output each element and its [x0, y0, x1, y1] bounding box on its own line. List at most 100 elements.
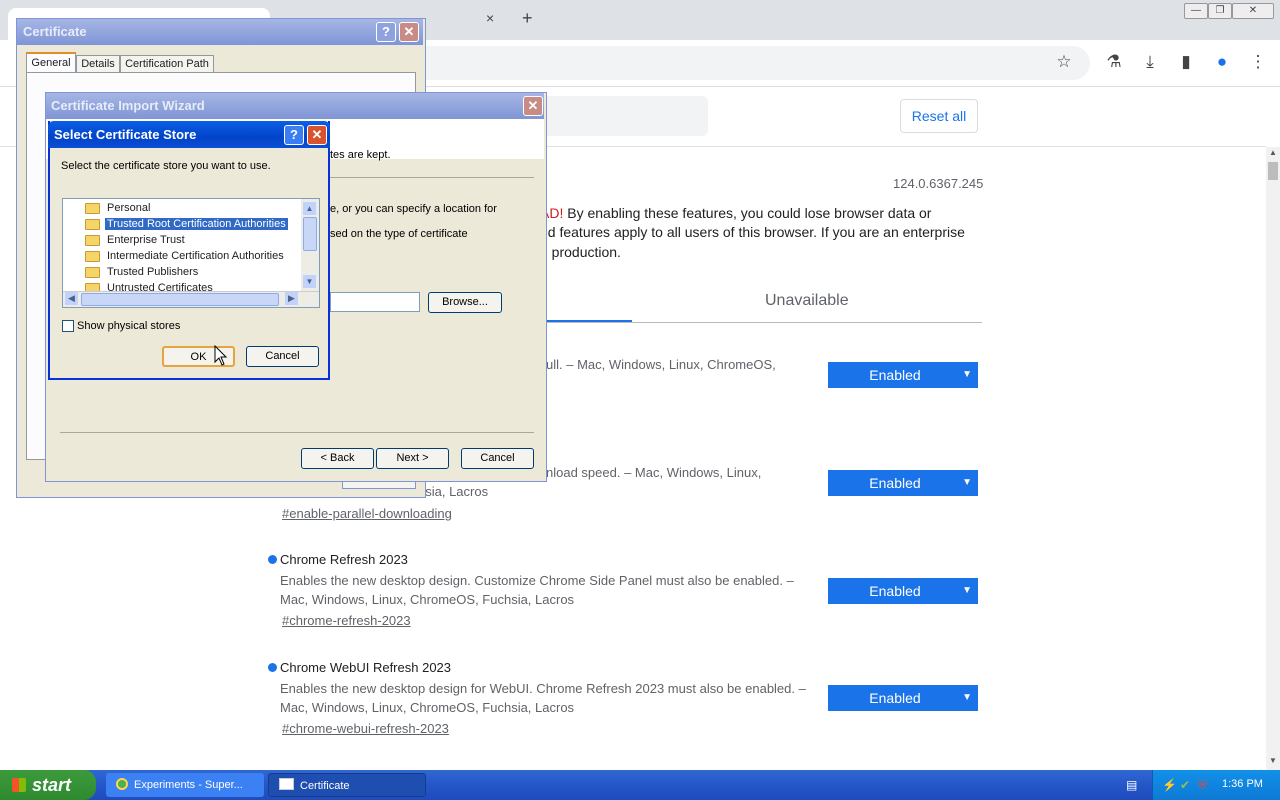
flag-modified-dot	[268, 663, 277, 672]
clock[interactable]: 1:36 PM	[1222, 778, 1263, 790]
window-close-button[interactable]: ✕	[1232, 3, 1274, 19]
start-button[interactable]: start	[0, 770, 96, 800]
store-tree[interactable]: Personal Trusted Root Certification Auth…	[62, 198, 320, 308]
tree-item-personal[interactable]: Personal	[85, 200, 152, 216]
start-label: start	[32, 775, 72, 795]
chrome-icon	[116, 778, 128, 790]
tree-item-label: Trusted Root Certification Authorities	[104, 217, 289, 231]
page-scrollbar[interactable]	[1266, 147, 1280, 770]
scroll-down-icon[interactable]: ▼	[1266, 756, 1280, 768]
close-icon[interactable]: ✕	[399, 22, 419, 42]
browse-button[interactable]: Browse...	[428, 292, 502, 313]
tab-close-icon[interactable]: ×	[486, 10, 502, 30]
tab-unavailable[interactable]: Unavailable	[765, 292, 849, 310]
security-icon[interactable]: ✔	[1180, 778, 1194, 792]
select-store-prompt: Select the certificate store you want to…	[61, 160, 271, 172]
windows-logo-icon	[12, 778, 26, 792]
wizard-text-2: e, or you can specify a location for	[330, 203, 497, 215]
profile-icon[interactable]: ●	[1212, 52, 1232, 72]
flag-description-2: hsia, Lacros	[418, 484, 489, 499]
store-cancel-button[interactable]: Cancel	[246, 346, 319, 367]
tree-item-trusted-publishers[interactable]: Trusted Publishers	[85, 264, 200, 280]
import-wizard-title: Certificate Import Wizard	[51, 98, 205, 113]
chevron-down-icon: ▼	[962, 477, 972, 488]
tree-item-enterprise-trust[interactable]: Enterprise Trust	[85, 232, 187, 248]
select-store-title: Select Certificate Store	[54, 127, 197, 142]
flask-icon[interactable]: ⚗	[1104, 52, 1124, 72]
flag-description: Enables the new desktop design. Customiz…	[280, 573, 794, 588]
tree-vscroll-thumb[interactable]	[303, 217, 317, 251]
tab-active-indicator	[540, 320, 632, 322]
tree-hscroll-thumb[interactable]	[81, 293, 279, 306]
scroll-up-icon[interactable]: ▲	[303, 202, 316, 215]
tree-item-intermediate[interactable]: Intermediate Certification Authorities	[85, 248, 286, 264]
mouse-cursor-icon	[214, 345, 228, 366]
flag-description: Enables the new desktop design for WebUI…	[280, 681, 806, 696]
tree-item-label: Personal	[107, 202, 151, 214]
flag-link[interactable]: #enable-parallel-downloading	[282, 506, 452, 521]
reset-all-button[interactable]: Reset all	[900, 99, 978, 133]
wizard-divider	[330, 177, 534, 178]
tab-general[interactable]: General	[26, 52, 76, 74]
new-tab-icon[interactable]: +	[522, 8, 538, 30]
flag-modified-dot	[268, 555, 277, 564]
scroll-left-icon[interactable]: ◀	[65, 292, 78, 305]
help-icon[interactable]: ?	[376, 22, 396, 42]
wizard-cancel-button[interactable]: Cancel	[461, 448, 534, 469]
close-icon[interactable]: ✕	[307, 125, 327, 145]
flag-state-label: Enabled	[869, 475, 921, 491]
tree-item-label: Trusted Publishers	[107, 266, 199, 278]
flag-description: ull. – Mac, Windows, Linux, ChromeOS,	[546, 357, 776, 372]
next-button[interactable]: Next >	[376, 448, 449, 469]
star-icon[interactable]: ☆	[1054, 52, 1074, 72]
tabs-divider	[540, 322, 982, 323]
version-text: 124.0.6367.245	[893, 176, 984, 191]
flag-link[interactable]: #chrome-refresh-2023	[282, 613, 411, 628]
certificate-titlebar: Certificate	[17, 19, 423, 45]
certificate-title: Certificate	[23, 24, 87, 39]
shield-icon[interactable]: ⛨	[1198, 778, 1212, 792]
minimize-button[interactable]: —	[1184, 3, 1208, 19]
flag-state-select[interactable]: Enabled ▼	[828, 578, 978, 604]
menu-icon[interactable]: ⋮	[1248, 52, 1268, 72]
wizard-text-1: tes are kept.	[330, 149, 391, 161]
folder-icon	[85, 202, 100, 214]
flag-title: Chrome Refresh 2023	[280, 552, 408, 567]
tree-item-label: Intermediate Certification Authorities	[107, 250, 284, 262]
flag-state-label: Enabled	[869, 583, 921, 599]
store-path-input[interactable]	[330, 292, 420, 312]
taskbar-item-label: Certificate	[300, 780, 350, 792]
import-wizard-titlebar: Certificate Import Wizard	[46, 93, 544, 119]
scrollbar-thumb[interactable]	[1268, 162, 1278, 180]
folder-icon	[85, 218, 100, 230]
flag-state-select[interactable]: Enabled ▼	[828, 362, 978, 388]
certificate-icon	[279, 778, 294, 790]
scroll-up-icon[interactable]: ▲	[1266, 148, 1280, 160]
wizard-footer-divider	[60, 432, 534, 433]
flag-link[interactable]: #chrome-webui-refresh-2023	[282, 721, 449, 736]
help-icon[interactable]: ?	[284, 125, 304, 145]
flag-description-2: Mac, Windows, Linux, ChromeOS, Fuchsia, …	[280, 700, 575, 715]
close-icon[interactable]: ✕	[523, 96, 543, 116]
flag-state-select[interactable]: Enabled ▼	[828, 685, 978, 711]
search-flags-input[interactable]	[540, 96, 708, 136]
folder-icon	[85, 234, 100, 246]
show-physical-label: Show physical stores	[77, 320, 181, 332]
flag-state-select[interactable]: Enabled ▼	[828, 470, 978, 496]
network-icon[interactable]: ⚡	[1162, 778, 1177, 792]
scroll-down-icon[interactable]: ▼	[303, 275, 316, 288]
tree-item-trusted-root[interactable]: Trusted Root Certification Authorities	[85, 216, 289, 232]
taskbar-item-label: Experiments - Super...	[134, 779, 243, 791]
back-button[interactable]: < Back	[301, 448, 374, 469]
taskbar-item-certificate[interactable]: Certificate	[268, 773, 426, 797]
restore-button[interactable]: ❐	[1208, 3, 1232, 19]
scroll-right-icon[interactable]: ▶	[285, 292, 298, 305]
download-icon[interactable]: ⤓	[1140, 52, 1160, 72]
wizard-text-3: sed on the type of certificate	[330, 228, 468, 240]
warning-line-3: n production.	[540, 244, 621, 260]
show-physical-checkbox[interactable]	[62, 320, 74, 332]
keyboard-icon[interactable]: ▤	[1126, 778, 1140, 792]
side-panel-icon[interactable]: ▮	[1176, 52, 1196, 72]
taskbar-item-chrome[interactable]: Experiments - Super...	[106, 773, 264, 797]
warning-text-1: By enabling these features, you could lo…	[563, 205, 932, 221]
